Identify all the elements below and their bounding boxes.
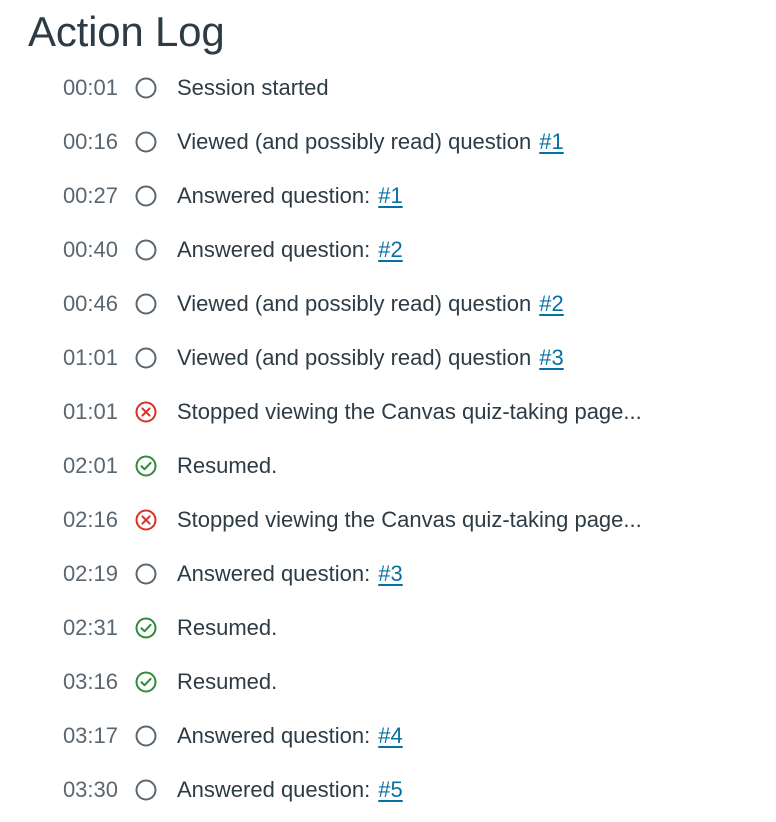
page-title: Action Log [28, 8, 225, 55]
log-entry-time: 01:01 [62, 345, 118, 370]
log-entry-time: 00:27 [62, 183, 118, 208]
log-entry-time: 00:46 [62, 291, 118, 316]
log-entry-time: 02:16 [62, 507, 118, 532]
check-circle-icon [135, 617, 157, 639]
circle-icon [135, 779, 157, 801]
circle-icon [135, 293, 157, 315]
log-entry-time: 02:01 [62, 453, 118, 478]
status-ring [135, 77, 157, 99]
log-entry-text: Viewed (and possibly read) question [177, 129, 532, 154]
log-entry-text: Answered question: [177, 777, 371, 802]
status-ring [135, 131, 157, 153]
log-entry-time: 01:01 [62, 399, 118, 424]
status-ring [135, 725, 157, 747]
log-entry: 01:01 Viewed (and possibly read) questio… [0, 331, 776, 385]
question-link-1[interactable]: #1 [539, 129, 563, 155]
log-entry: 01:01 Stopped viewing the Canvas quiz-ta… [0, 385, 776, 439]
log-entry-text: Answered question: [177, 183, 371, 208]
log-entry: 03:30 Answered question: #5 [0, 763, 776, 817]
log-entry: 00:40 Answered question: #2 [0, 223, 776, 277]
log-entry-text: Answered question: [177, 723, 371, 748]
status-ring [135, 347, 157, 369]
status-ring [135, 455, 157, 477]
question-link-5[interactable]: #5 [378, 777, 402, 803]
x-mark [141, 407, 151, 417]
log-entry-time: 03:16 [62, 669, 118, 694]
log-entry-text: Resumed. [177, 615, 278, 640]
circle-icon [135, 725, 157, 747]
status-ring [135, 671, 157, 693]
status-ring [135, 185, 157, 207]
question-link-4[interactable]: #4 [378, 723, 402, 749]
circle-icon [135, 239, 157, 261]
circle-icon [135, 131, 157, 153]
log-entry-text: Answered question: [177, 561, 371, 586]
log-entry-time: 00:40 [62, 237, 118, 262]
check-mark [140, 461, 152, 471]
log-entry-time: 02:31 [62, 615, 118, 640]
log-entry-time: 03:17 [62, 723, 118, 748]
log-entry: 03:17 Answered question: #4 [0, 709, 776, 763]
log-entry: 00:27 Answered question: #1 [0, 169, 776, 223]
question-link-3[interactable]: #3 [378, 561, 402, 587]
log-entry-text: Resumed. [177, 669, 278, 694]
log-entry: 00:16 Viewed (and possibly read) questio… [0, 115, 776, 169]
log-entry: 02:19 Answered question: #3 [0, 547, 776, 601]
log-entry: 02:31 Resumed. [0, 601, 776, 655]
status-ring [135, 239, 157, 261]
check-circle-icon [135, 671, 157, 693]
log-entry-text: Viewed (and possibly read) question [177, 291, 532, 316]
log-entry-time: 00:01 [62, 75, 118, 100]
log-entry-time: 00:16 [62, 129, 118, 154]
circle-icon [135, 563, 157, 585]
status-ring [135, 779, 157, 801]
circle-icon [135, 77, 157, 99]
question-link-1[interactable]: #1 [378, 183, 402, 209]
x-circle-icon [135, 401, 157, 423]
log-entry-text: Session started [177, 75, 329, 100]
question-link-2[interactable]: #2 [539, 291, 563, 317]
action-log-page: Action Log 00:01 Session started 00:16 V… [0, 0, 776, 822]
check-mark [140, 623, 152, 633]
action-log-list: 00:01 Session started 00:16 Viewed (and … [0, 61, 776, 817]
status-ring [135, 563, 157, 585]
log-entry-text: Stopped viewing the Canvas quiz-taking p… [177, 399, 642, 424]
log-entry-text: Stopped viewing the Canvas quiz-taking p… [177, 507, 642, 532]
x-circle-icon [135, 509, 157, 531]
log-entry-time: 03:30 [62, 777, 118, 802]
log-entry-time: 02:19 [62, 561, 118, 586]
log-entry: 02:01 Resumed. [0, 439, 776, 493]
status-ring [135, 293, 157, 315]
log-entry-text: Answered question: [177, 237, 371, 262]
status-ring [135, 617, 157, 639]
log-entry: 00:01 Session started [0, 61, 776, 115]
log-entry: 02:16 Stopped viewing the Canvas quiz-ta… [0, 493, 776, 547]
check-circle-icon [135, 455, 157, 477]
x-mark [141, 515, 151, 525]
log-entry-text: Resumed. [177, 453, 278, 478]
log-entry-text: Viewed (and possibly read) question [177, 345, 532, 370]
circle-icon [135, 185, 157, 207]
check-mark [140, 677, 152, 687]
circle-icon [135, 347, 157, 369]
log-entry: 00:46 Viewed (and possibly read) questio… [0, 277, 776, 331]
log-entry: 03:16 Resumed. [0, 655, 776, 709]
question-link-2[interactable]: #2 [378, 237, 402, 263]
question-link-3[interactable]: #3 [539, 345, 563, 371]
